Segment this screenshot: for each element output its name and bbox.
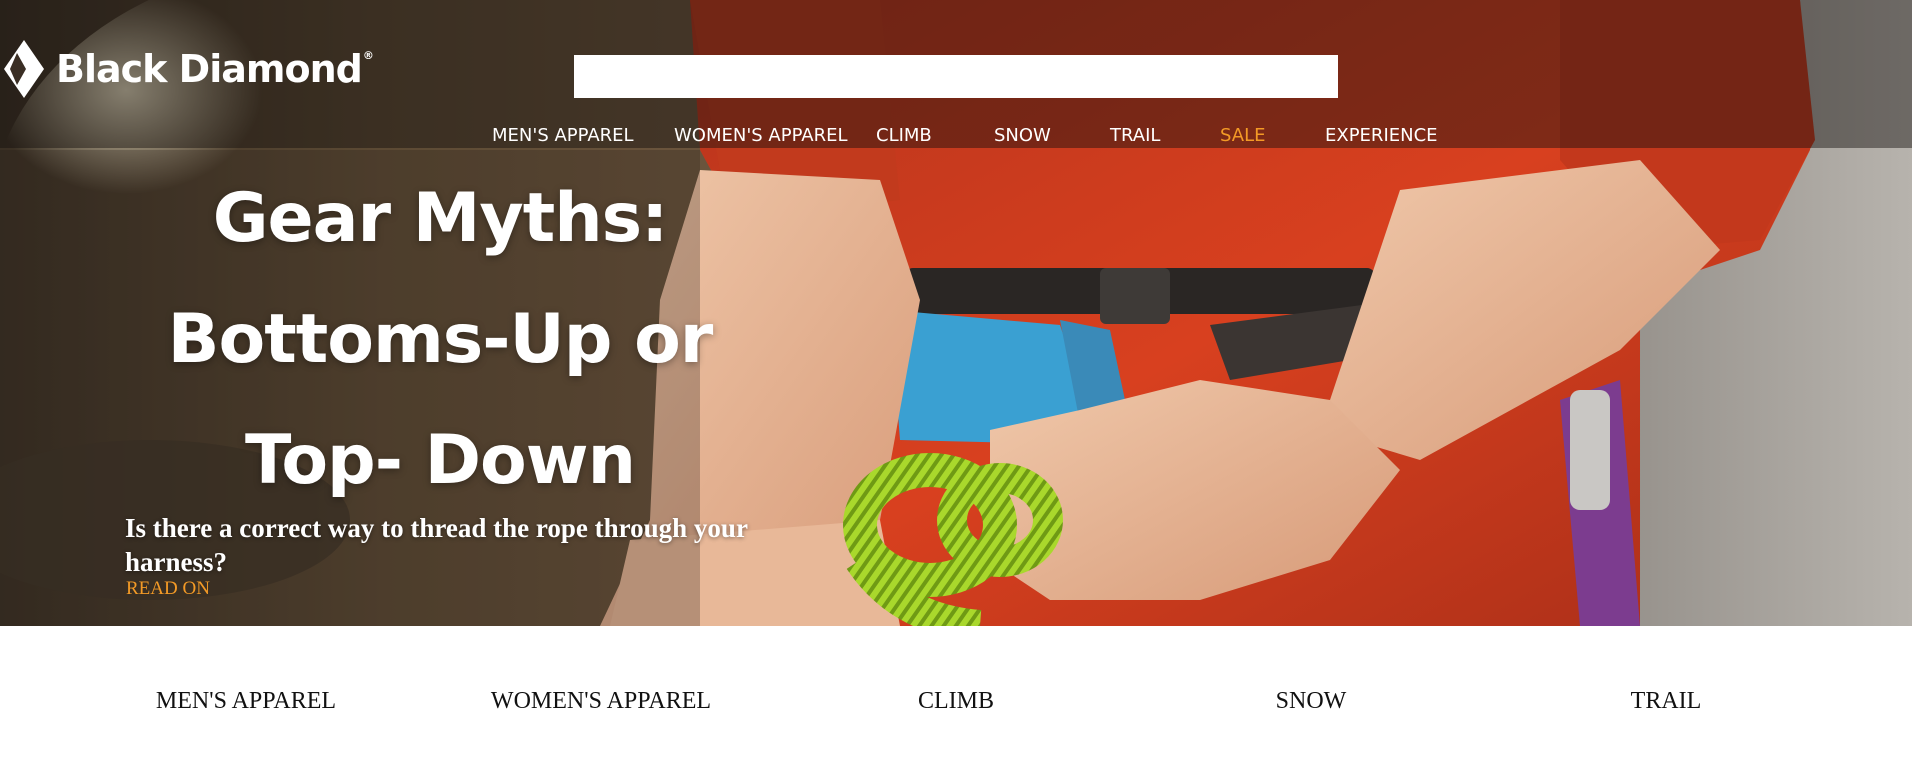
read-on-link[interactable]: READ ON	[126, 578, 210, 600]
brand-name: Black Diamond®	[56, 47, 374, 91]
nav-item-climb[interactable]: CLIMB	[876, 124, 932, 148]
nav-item-experience[interactable]: EXPERIENCE	[1325, 124, 1438, 148]
search-input[interactable]	[574, 55, 1338, 98]
category-womens-apparel[interactable]: WOMEN'S APPAREL	[423, 688, 779, 715]
nav-item-sale[interactable]: SALE	[1220, 124, 1265, 148]
nav-item-mens-apparel[interactable]: MEN'S APPAREL	[492, 124, 634, 148]
nav-item-trail[interactable]: TRAIL	[1110, 124, 1162, 148]
hero-headline-line: Bottoms-Up or	[167, 300, 714, 379]
black-diamond-logo-icon	[4, 40, 44, 98]
hero-headline: Gear Myths: Bottoms-Up or Top- Down	[140, 158, 740, 521]
category-row: MEN'S APPAREL WOMEN'S APPAREL CLIMB SNOW…	[0, 626, 1912, 760]
category-climb[interactable]: CLIMB	[778, 688, 1134, 715]
hero-subhead: Is there a correct way to thread the rop…	[125, 513, 748, 577]
page: Black Diamond® MEN'S APPAREL WOMEN'S APP…	[0, 0, 1912, 760]
brand-name-text: Black Diamond	[56, 47, 363, 91]
category-trail[interactable]: TRAIL	[1488, 688, 1844, 715]
hero-headline-line: Gear Myths:	[212, 179, 669, 258]
hero-headline-line: Top- Down	[244, 421, 636, 500]
brand-logo[interactable]: Black Diamond®	[2, 38, 374, 100]
hero-banner: Black Diamond® MEN'S APPAREL WOMEN'S APP…	[0, 0, 1912, 626]
category-mens-apparel[interactable]: MEN'S APPAREL	[68, 688, 424, 715]
nav-item-womens-apparel[interactable]: WOMEN'S APPAREL	[674, 124, 848, 148]
category-snow[interactable]: SNOW	[1133, 688, 1489, 715]
main-nav: MEN'S APPAREL WOMEN'S APPAREL CLIMB SNOW…	[492, 124, 1438, 148]
nav-item-snow[interactable]: SNOW	[994, 124, 1051, 148]
registered-mark: ®	[362, 49, 374, 62]
